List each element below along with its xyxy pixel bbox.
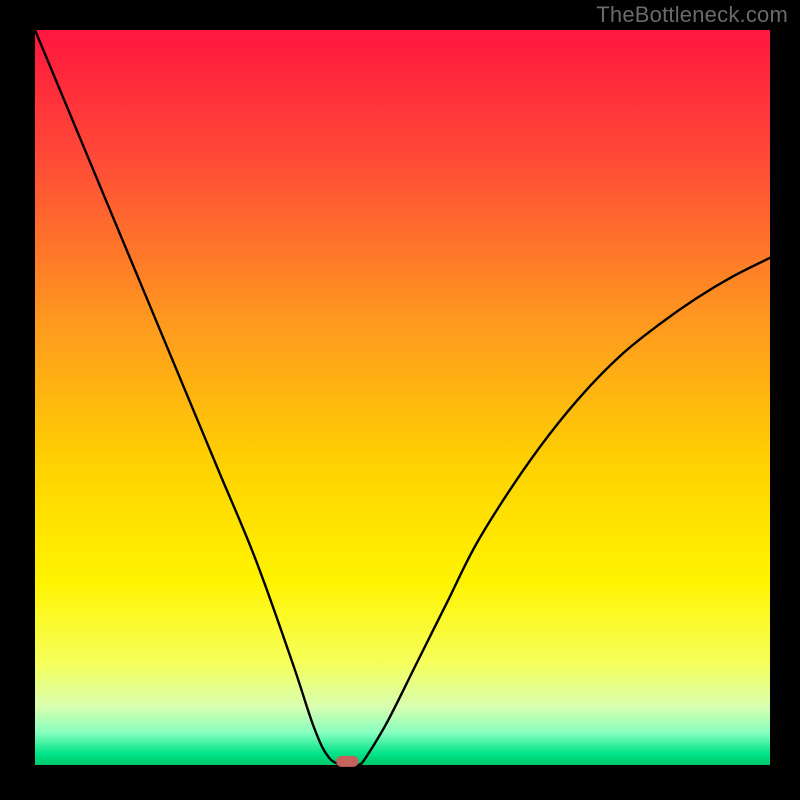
watermark-text: TheBottleneck.com [596,2,788,28]
optimum-marker [336,756,358,767]
bottleneck-chart [0,0,800,800]
plot-background [35,30,770,765]
chart-frame: TheBottleneck.com [0,0,800,800]
